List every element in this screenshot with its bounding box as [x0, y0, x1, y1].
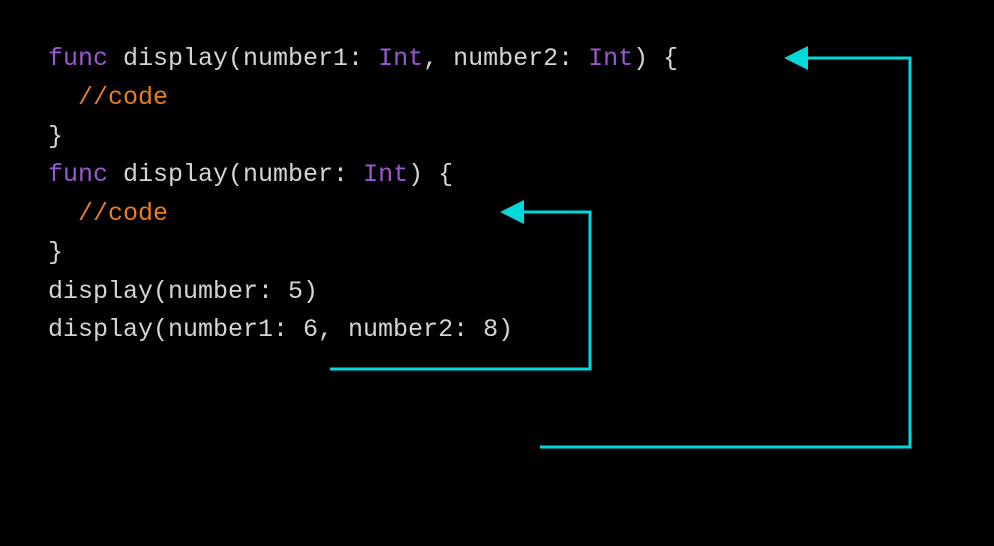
- type-int: Int: [378, 44, 423, 73]
- code-diagram: func display(number1: Int, number2: Int)…: [0, 0, 994, 390]
- keyword-func: func: [48, 160, 108, 189]
- keyword-func: func: [48, 44, 108, 73]
- call1: display(number: 5): [48, 273, 946, 312]
- close-brace: }: [48, 118, 946, 157]
- type-int: Int: [363, 160, 408, 189]
- comment-line: //code: [48, 79, 946, 118]
- func1-declaration: func display(number1: Int, number2: Int)…: [48, 40, 946, 79]
- func2-declaration: func display(number: Int) {: [48, 156, 946, 195]
- type-int: Int: [588, 44, 633, 73]
- call2: display(number1: 6, number2: 8): [48, 311, 946, 350]
- close-brace: }: [48, 234, 946, 273]
- comment-line: //code: [48, 195, 946, 234]
